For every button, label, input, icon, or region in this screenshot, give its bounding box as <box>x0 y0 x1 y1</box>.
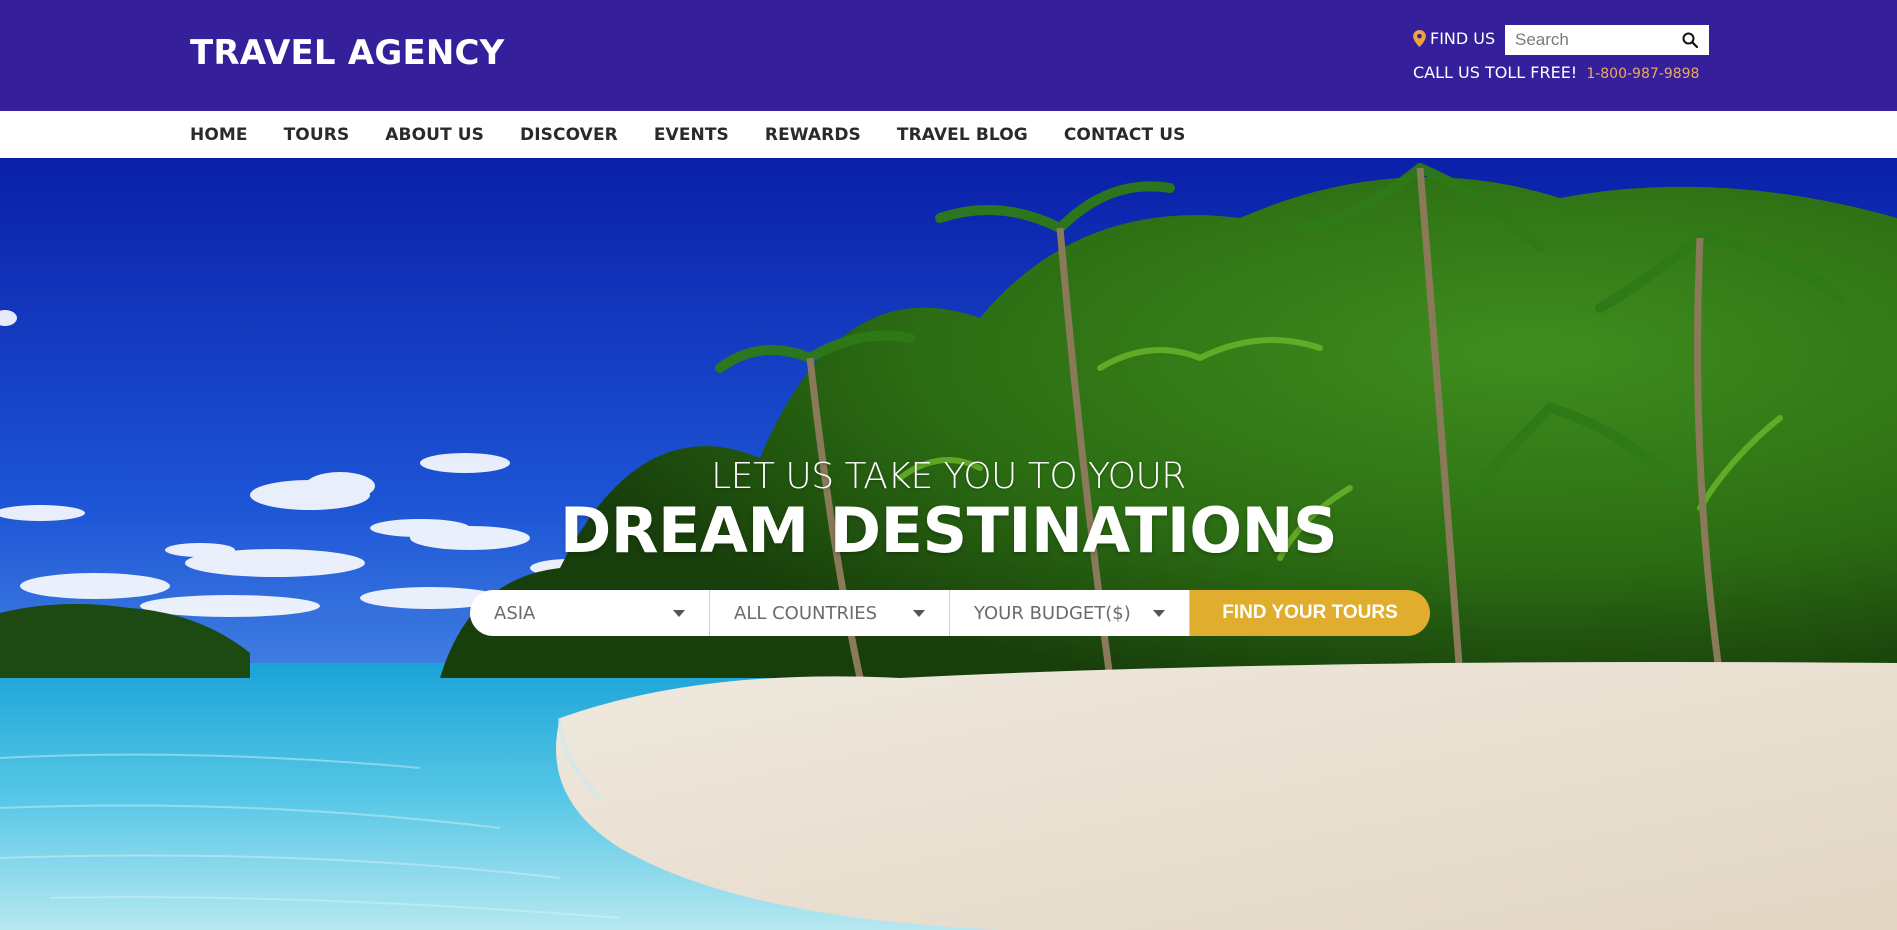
region-select-value: ASIA <box>494 602 536 624</box>
budget-select-value: YOUR BUDGET($) <box>974 602 1131 624</box>
toll-free-line: CALL US TOLL FREE! 1-800-987-9898 <box>1413 63 1699 82</box>
caret-down-icon <box>913 609 925 617</box>
nav-item-about-us[interactable]: ABOUT US <box>385 125 484 145</box>
phone-number[interactable]: 1-800-987-9898 <box>1586 66 1699 82</box>
tour-search-bar: ASIA ALL COUNTRIES YOUR BUDGET($) FIND Y… <box>470 590 1430 636</box>
toll-free-label: CALL US TOLL FREE! <box>1413 63 1578 82</box>
budget-select[interactable]: YOUR BUDGET($) <box>950 590 1190 636</box>
nav-item-events[interactable]: EVENTS <box>654 125 729 145</box>
search-box <box>1505 25 1709 55</box>
search-input[interactable] <box>1505 26 1675 54</box>
hero-tagline: LET US TAKE YOU TO YOUR <box>711 456 1186 497</box>
top-header: TRAVEL AGENCY FIND US CALL US TOLL FREE!… <box>0 0 1897 111</box>
find-us-label: FIND US <box>1430 29 1496 48</box>
hero-banner: LET US TAKE YOU TO YOUR DREAM DESTINATIO… <box>0 158 1897 930</box>
caret-down-icon <box>1153 609 1165 617</box>
nav-item-contact-us[interactable]: CONTACT US <box>1064 125 1186 145</box>
hero-title: DREAM DESTINATIONS <box>559 494 1338 567</box>
search-icon <box>1682 32 1698 48</box>
nav-item-rewards[interactable]: REWARDS <box>765 125 861 145</box>
map-pin-icon <box>1413 30 1426 47</box>
nav-item-home[interactable]: HOME <box>190 125 248 145</box>
region-select[interactable]: ASIA <box>470 590 710 636</box>
country-select[interactable]: ALL COUNTRIES <box>710 590 950 636</box>
nav-item-tours[interactable]: TOURS <box>284 125 350 145</box>
nav-item-discover[interactable]: DISCOVER <box>520 125 618 145</box>
site-logo[interactable]: TRAVEL AGENCY <box>190 33 505 73</box>
find-tours-button[interactable]: FIND YOUR TOURS <box>1190 590 1430 636</box>
main-nav: HOME TOURS ABOUT US DISCOVER EVENTS REWA… <box>0 111 1897 158</box>
find-us-link[interactable]: FIND US <box>1413 29 1495 48</box>
country-select-value: ALL COUNTRIES <box>734 602 878 624</box>
nav-item-travel-blog[interactable]: TRAVEL BLOG <box>897 125 1028 145</box>
search-button[interactable] <box>1675 26 1705 54</box>
caret-down-icon <box>673 609 685 617</box>
